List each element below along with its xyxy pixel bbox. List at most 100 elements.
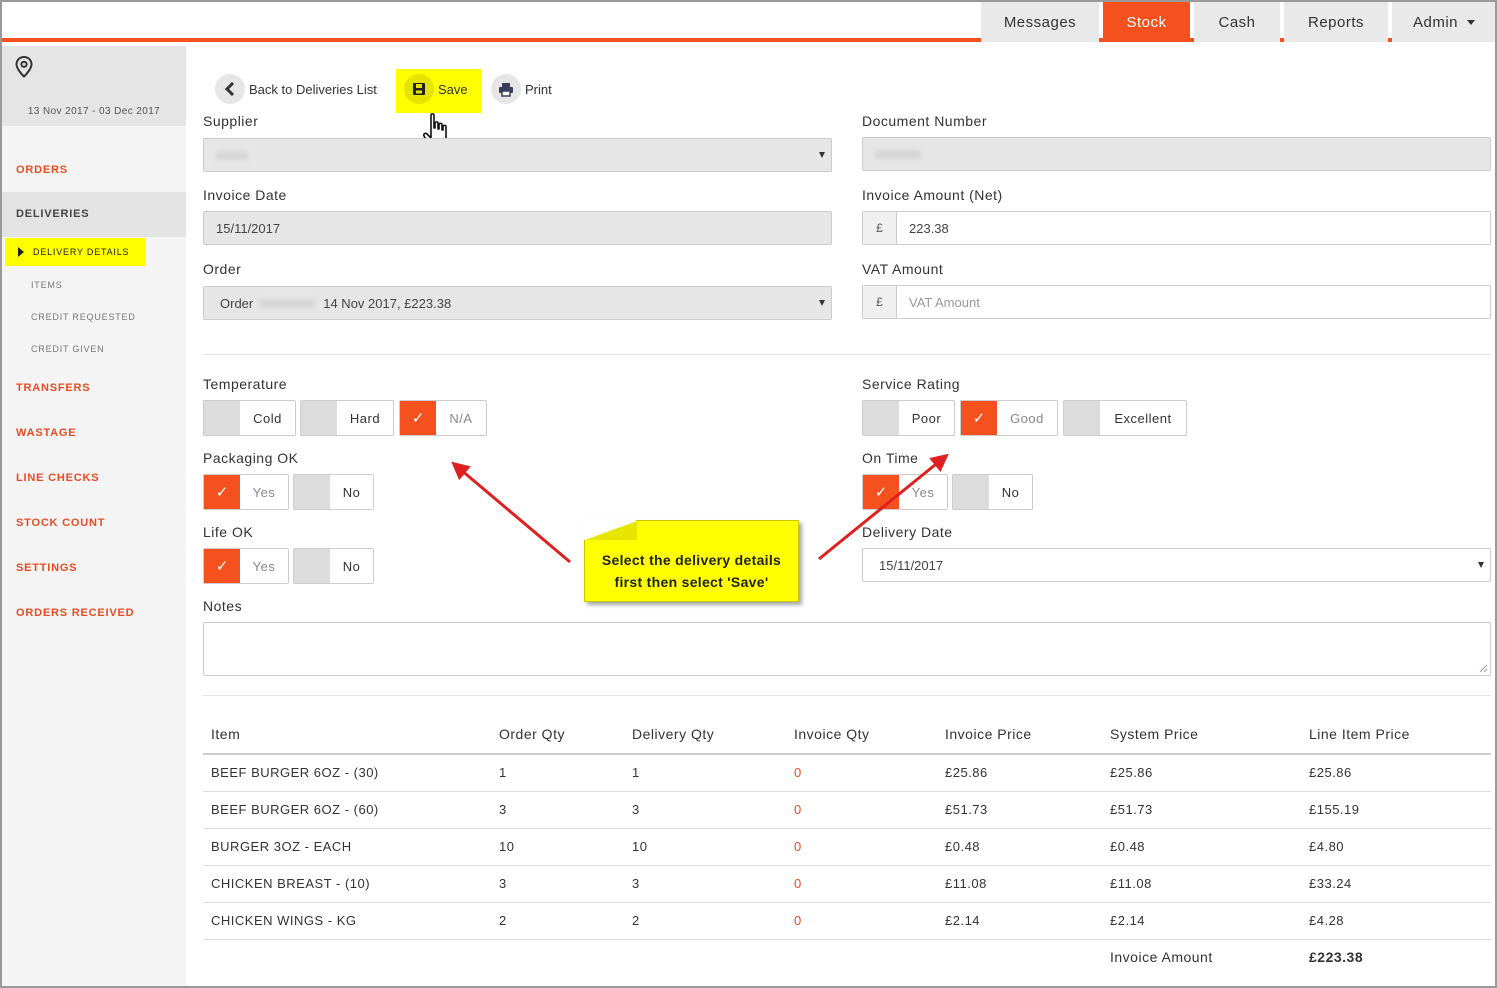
service-good-toggle[interactable]: ✓ Good	[960, 400, 1058, 436]
on-time-no-toggle[interactable]: No	[952, 474, 1033, 510]
sidebar: 13 Nov 2017 - 03 Dec 2017 ORDERS DELIVER…	[2, 46, 186, 986]
cell-delivery-qty: 2	[632, 913, 640, 928]
printer-icon	[491, 74, 521, 104]
invoice-total-label: Invoice Amount	[1110, 949, 1213, 965]
tab-cash[interactable]: Cash	[1194, 2, 1280, 42]
packaging-no-toggle[interactable]: No	[293, 474, 374, 510]
tab-reports-label: Reports	[1307, 13, 1365, 31]
row-divider	[203, 865, 1491, 866]
tab-cash-label: Cash	[1218, 13, 1256, 31]
caret-right-icon	[18, 247, 24, 257]
service-poor-toggle[interactable]: Poor	[862, 400, 955, 436]
packaging-ok-label: Packaging OK	[203, 450, 299, 466]
sidebar-item-line-checks[interactable]: LINE CHECKS	[16, 472, 99, 484]
save-button[interactable]: Save	[404, 74, 468, 104]
life-no-toggle[interactable]: No	[293, 548, 374, 584]
cell-item: BURGER 3OZ - EACH	[211, 839, 352, 854]
tab-reports[interactable]: Reports	[1284, 2, 1388, 42]
invoice-amount-field[interactable]: £ 223.38	[862, 211, 1491, 245]
vat-amount-field[interactable]: £ VAT Amount	[862, 285, 1491, 319]
supplier-select[interactable]	[203, 138, 832, 172]
tab-messages[interactable]: Messages	[981, 2, 1099, 42]
sidebar-item-orders-received[interactable]: ORDERS RECEIVED	[16, 607, 134, 619]
chevron-down-icon	[1467, 19, 1476, 25]
cell-order-qty: 10	[499, 839, 515, 854]
tab-stock[interactable]: Stock	[1103, 2, 1190, 42]
temperature-cold-label: Cold	[253, 410, 282, 426]
resize-handle-icon[interactable]	[1479, 664, 1488, 673]
life-no-label: No	[342, 558, 361, 574]
sidebar-subitem-delivery-details[interactable]: DELIVERY DETAILS	[5, 238, 146, 266]
document-number-field[interactable]	[862, 137, 1491, 171]
print-button-label: Print	[525, 81, 552, 97]
cell-system-price: £51.73	[1110, 802, 1153, 817]
check-icon: ✓	[863, 475, 899, 509]
supplier-redacted-value	[216, 150, 248, 160]
packaging-no-label: No	[342, 484, 361, 500]
floppy-disk-icon	[404, 74, 434, 104]
chevron-left-icon	[215, 74, 245, 104]
cell-invoice-qty[interactable]: 0	[794, 913, 802, 928]
service-excellent-toggle[interactable]: Excellent	[1063, 400, 1187, 436]
temperature-cold-toggle[interactable]: Cold	[203, 400, 296, 436]
check-icon: ✓	[204, 549, 240, 583]
currency-addon: £	[863, 286, 897, 318]
cell-invoice-price: £51.73	[945, 802, 988, 817]
order-value: 14 Nov 2017, £223.38	[323, 295, 452, 311]
print-button[interactable]: Print	[491, 74, 552, 104]
packaging-yes-toggle[interactable]: ✓ Yes	[203, 474, 289, 510]
tab-admin-label: Admin	[1412, 13, 1459, 31]
invoice-amount-label: Invoice Amount (Net)	[862, 187, 1003, 203]
invoice-date-value: 15/11/2017	[216, 220, 281, 236]
date-range[interactable]: 13 Nov 2017 - 03 Dec 2017	[2, 106, 186, 117]
check-icon: ✓	[204, 475, 240, 509]
chevron-down-icon	[1478, 562, 1484, 568]
tab-admin[interactable]: Admin	[1392, 2, 1495, 42]
on-time-yes-label: Yes	[911, 484, 935, 500]
cell-line-item-price: £4.28	[1309, 913, 1345, 928]
invoice-date-field[interactable]: 15/11/2017	[203, 211, 832, 245]
document-number-label: Document Number	[862, 113, 987, 129]
save-button-label: Save	[438, 81, 468, 97]
sidebar-item-deliveries[interactable]: DELIVERIES	[2, 192, 186, 237]
cell-order-qty: 3	[499, 802, 507, 817]
cell-delivery-qty: 1	[632, 765, 640, 780]
order-label: Order	[203, 261, 242, 277]
cell-invoice-qty[interactable]: 0	[794, 802, 802, 817]
sidebar-subitem-credit-given[interactable]: CREDIT GIVEN	[31, 344, 104, 354]
sidebar-item-settings[interactable]: SETTINGS	[16, 562, 77, 574]
cell-invoice-qty[interactable]: 0	[794, 765, 802, 780]
on-time-no-label: No	[1001, 484, 1020, 500]
life-yes-toggle[interactable]: ✓ Yes	[203, 548, 289, 584]
check-icon: ✓	[400, 401, 436, 435]
tab-messages-label: Messages	[1003, 13, 1077, 31]
location-pin-icon[interactable]	[15, 56, 33, 78]
cell-item: BEEF BURGER 6OZ - (30)	[211, 765, 379, 780]
cell-system-price: £25.86	[1110, 765, 1153, 780]
table-header-border	[203, 753, 1491, 755]
back-button[interactable]: Back to Deliveries List	[215, 74, 377, 104]
sidebar-item-orders[interactable]: ORDERS	[16, 164, 68, 176]
temperature-na-toggle[interactable]: ✓ N/A	[399, 400, 487, 436]
checkbox-icon	[204, 401, 240, 435]
sidebar-item-transfers[interactable]: TRANSFERS	[16, 382, 90, 394]
delivery-date-value: 15/11/2017	[879, 557, 944, 573]
notes-textarea[interactable]	[203, 622, 1491, 676]
sidebar-subitem-items[interactable]: ITEMS	[31, 280, 63, 290]
cell-invoice-qty[interactable]: 0	[794, 839, 802, 854]
sidebar-item-wastage[interactable]: WASTAGE	[16, 427, 76, 439]
order-select[interactable]: Order 14 Nov 2017, £223.38	[203, 286, 832, 320]
cell-invoice-qty[interactable]: 0	[794, 876, 802, 891]
sidebar-item-stock-count[interactable]: STOCK COUNT	[16, 517, 105, 529]
on-time-yes-toggle[interactable]: ✓ Yes	[862, 474, 948, 510]
checkbox-icon	[301, 401, 337, 435]
packaging-yes-label: Yes	[252, 484, 276, 500]
checkbox-icon	[1064, 401, 1100, 435]
cell-item: CHICKEN BREAST - (10)	[211, 876, 371, 891]
sidebar-subitem-credit-requested[interactable]: CREDIT REQUESTED	[31, 312, 136, 322]
col-header-order-qty: Order Qty	[499, 726, 565, 742]
callout-fold-corner	[585, 521, 637, 540]
delivery-date-select[interactable]: 15/11/2017	[862, 548, 1491, 582]
temperature-hard-toggle[interactable]: Hard	[300, 400, 394, 436]
cell-invoice-price: £0.48	[945, 839, 981, 854]
